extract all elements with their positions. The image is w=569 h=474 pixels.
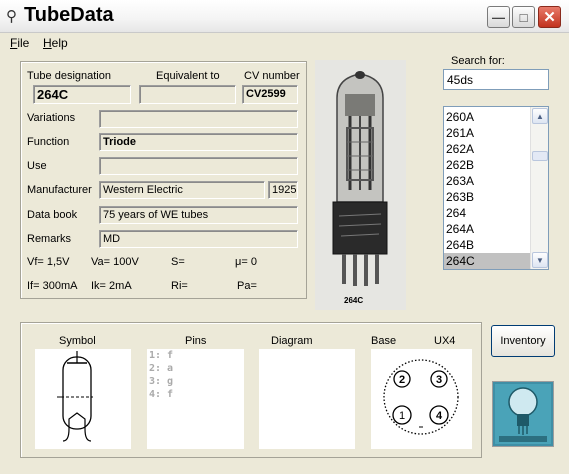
pins-label: Pins xyxy=(185,335,207,347)
minimize-icon: — xyxy=(492,9,505,25)
cv-number-label: CV number xyxy=(244,70,300,82)
param-ri: Ri= xyxy=(171,280,188,292)
diagram-box xyxy=(259,349,355,449)
tube-list[interactable]: 260A 261A 262A 262B 263A 263B 264 264A 2… xyxy=(443,106,549,270)
param-va: Va= 100V xyxy=(91,256,139,268)
param-mu: μ= 0 xyxy=(235,256,257,268)
search-input[interactable] xyxy=(443,69,549,90)
pin-1: 1: f xyxy=(149,350,174,361)
symbol-label: Symbol xyxy=(59,335,96,347)
chevron-down-icon: ▼ xyxy=(536,255,544,265)
tube-photo-illustration xyxy=(315,60,406,310)
window-title: TubeData xyxy=(24,4,114,26)
base-type-label: UX4 xyxy=(434,335,456,347)
pin-2: 2: a xyxy=(149,363,174,374)
cv-number-field[interactable]: CV2599 xyxy=(242,85,298,104)
search-label: Search for: xyxy=(451,55,505,67)
pin-4: 4: f xyxy=(149,389,174,400)
list-item[interactable]: 263B xyxy=(444,189,530,205)
menu-file[interactable]: File xyxy=(10,36,29,50)
list-item[interactable]: 262A xyxy=(444,141,530,157)
use-field[interactable] xyxy=(99,157,298,175)
base-pin-4: 4 xyxy=(436,410,443,422)
list-item[interactable]: 264B xyxy=(444,237,530,253)
equivalent-label: Equivalent to xyxy=(156,70,220,82)
menu-help[interactable]: Help xyxy=(43,36,68,50)
variations-field[interactable] xyxy=(99,110,298,128)
scroll-up-button[interactable]: ▲ xyxy=(532,108,548,124)
triode-symbol xyxy=(57,351,93,442)
param-s: S= xyxy=(171,256,185,268)
databook-field[interactable]: 75 years of WE tubes xyxy=(99,206,298,224)
use-label: Use xyxy=(27,160,47,172)
title-bar[interactable]: ⚲ TubeData — □ ✕ xyxy=(0,0,569,33)
list-item[interactable]: 261A xyxy=(444,125,530,141)
maximize-icon: □ xyxy=(519,9,528,25)
tube-photo: 264C xyxy=(315,60,406,310)
photo-caption: 264C xyxy=(344,296,364,305)
list-item-selected[interactable]: 264C xyxy=(444,253,530,269)
param-vf: Vf= 1,5V xyxy=(27,256,70,268)
year-field[interactable]: 1925 xyxy=(268,181,298,199)
equivalent-field[interactable] xyxy=(139,85,236,104)
tubedata-logo xyxy=(492,381,554,447)
list-item[interactable]: 262B xyxy=(444,157,530,173)
manufacturer-field[interactable]: Western Electric xyxy=(99,181,265,199)
remarks-label: Remarks xyxy=(27,233,72,245)
databook-label: Data book xyxy=(27,209,78,221)
diagram-label: Diagram xyxy=(271,335,313,347)
param-ik: Ik= 2mA xyxy=(91,280,132,292)
inventory-button[interactable]: Inventory xyxy=(491,325,555,357)
tube-designation-field[interactable]: 264C xyxy=(33,85,131,104)
tube-logo-icon xyxy=(493,382,553,446)
close-icon: ✕ xyxy=(543,9,556,26)
list-item[interactable]: 260A xyxy=(444,109,530,125)
minimize-button[interactable]: — xyxy=(487,6,510,28)
param-if: If= 300mA xyxy=(27,280,78,292)
menu-bar: File Help xyxy=(0,33,569,53)
maximize-button[interactable]: □ xyxy=(512,6,535,28)
pins-box: 1: f 2: a 3: g 4: f xyxy=(147,349,244,449)
tube-designation-label: Tube designation xyxy=(27,70,111,82)
list-scrollbar[interactable]: ▲ ▼ xyxy=(530,107,548,269)
manufacturer-label: Manufacturer xyxy=(27,184,92,196)
base-box: 2 3 1 4 xyxy=(371,349,472,449)
pin-3: 3: g xyxy=(149,376,174,387)
function-label: Function xyxy=(27,136,70,148)
list-item[interactable]: 263A xyxy=(444,173,530,189)
param-pa: Pa= xyxy=(237,280,257,292)
base-label: Base xyxy=(371,335,397,347)
symbol-box xyxy=(35,349,131,449)
scroll-down-button[interactable]: ▼ xyxy=(532,252,548,268)
lightbulb-icon: ⚲ xyxy=(6,8,17,25)
base-pin-3: 3 xyxy=(436,374,442,386)
base-pin-1: 1 xyxy=(399,410,405,422)
chevron-up-icon: ▲ xyxy=(536,111,544,121)
variations-label: Variations xyxy=(27,112,76,124)
base-pinout: 2 3 1 4 xyxy=(383,359,459,435)
remarks-field[interactable]: MD xyxy=(99,230,298,248)
function-field[interactable]: Triode xyxy=(99,133,298,151)
close-button[interactable]: ✕ xyxy=(538,6,561,28)
scroll-thumb[interactable] xyxy=(532,151,548,161)
base-pin-2: 2 xyxy=(399,374,405,386)
list-item[interactable]: 264A xyxy=(444,221,530,237)
list-item[interactable]: 264 xyxy=(444,205,530,221)
